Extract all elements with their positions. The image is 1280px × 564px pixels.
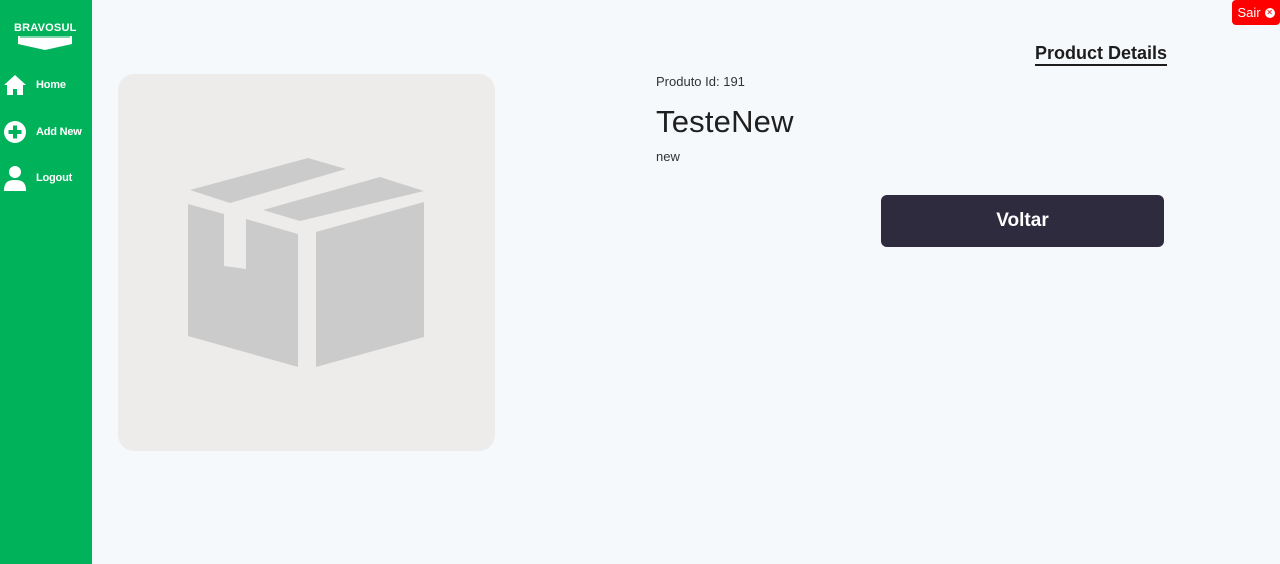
sidebar-item-label: Home <box>36 79 66 91</box>
page-title: Product Details <box>1035 43 1168 66</box>
exit-button[interactable]: Sair ✕ <box>1232 0 1280 25</box>
sidebar-item-home[interactable]: Home <box>3 73 66 97</box>
brand-chevron-icon <box>18 36 72 50</box>
home-icon <box>4 75 26 95</box>
plus-circle-icon <box>4 121 26 143</box>
exit-button-label: Sair <box>1237 5 1261 20</box>
close-icon: ✕ <box>1264 7 1275 18</box>
brand-logo[interactable]: BRAVOSUL <box>14 22 76 50</box>
sidebar-item-add-new[interactable]: Add New <box>3 120 82 144</box>
product-name: TesteNew <box>656 104 794 139</box>
sidebar-item-label: Logout <box>36 172 73 184</box>
brand-name: BRAVOSUL <box>14 22 77 34</box>
product-id: Produto Id: 191 <box>656 74 745 89</box>
package-box-icon <box>188 158 424 367</box>
user-icon <box>4 166 26 191</box>
sidebar-item-label: Add New <box>36 126 82 138</box>
product-image <box>118 74 495 451</box>
back-button[interactable]: Voltar <box>881 195 1164 247</box>
sidebar: BRAVOSUL Home Add New Logout <box>0 0 92 564</box>
sidebar-item-logout[interactable]: Logout <box>3 165 72 191</box>
product-description: new <box>656 149 680 164</box>
